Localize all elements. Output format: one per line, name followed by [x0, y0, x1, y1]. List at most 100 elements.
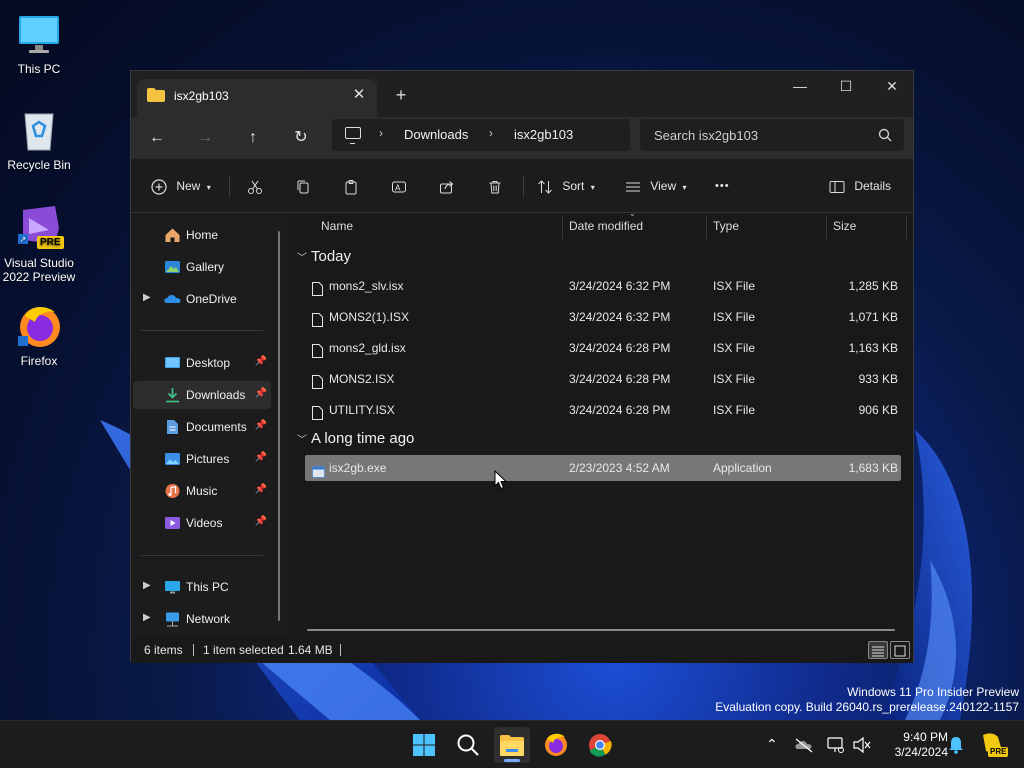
gallery-icon	[164, 259, 181, 275]
large-icons-view-button[interactable]	[890, 641, 910, 659]
taskbar-firefox[interactable]	[538, 727, 574, 763]
details-pane-button[interactable]: Details	[829, 174, 891, 198]
file-row[interactable]: MONS2.ISX 3/24/2024 6:28 PM ISX File 933…	[305, 366, 901, 392]
more-options-button[interactable]: •••	[715, 174, 730, 198]
desktop-icon	[164, 355, 181, 371]
taskbar-file-explorer[interactable]	[494, 727, 530, 763]
details-view-button[interactable]	[868, 641, 888, 659]
file-row[interactable]: mons2_slv.isx 3/24/2024 6:32 PM ISX File…	[305, 273, 901, 299]
tab-title: isx2gb103	[174, 89, 229, 103]
cut-button[interactable]	[247, 174, 263, 198]
group-header-a-long-time-ago[interactable]: ﹀ A long time ago	[297, 428, 414, 450]
sidebar-item-onedrive[interactable]: ▶ OneDrive	[133, 285, 271, 313]
chevron-right-icon[interactable]: ▶	[143, 580, 151, 591]
onedrive-offline-icon[interactable]	[794, 721, 814, 768]
close-button[interactable]: ✕	[869, 71, 915, 101]
minimize-button[interactable]: —	[777, 71, 823, 101]
network-status-icon[interactable]	[826, 721, 846, 768]
file-name: MONS2.ISX	[329, 372, 395, 386]
videos-icon	[164, 515, 181, 531]
delete-button[interactable]	[487, 174, 503, 198]
sidebar-item-gallery[interactable]: Gallery	[133, 253, 271, 281]
file-size: 1,163 KB	[848, 341, 898, 355]
sort-icon	[538, 180, 552, 194]
pin-icon[interactable]: 📌	[255, 484, 267, 495]
sidebar-item-pictures[interactable]: Pictures 📌	[133, 445, 271, 473]
address-bar[interactable]: › Downloads › isx2gb103	[332, 119, 630, 151]
copilot-preview-icon[interactable]: PRE	[978, 721, 1009, 768]
file-size: 933 KB	[858, 372, 898, 386]
sidebar-item-downloads[interactable]: Downloads 📌	[133, 381, 271, 409]
paste-button[interactable]	[343, 174, 359, 198]
details-button-label: Details	[854, 179, 892, 193]
desktop-icon-firefox[interactable]: Firefox	[0, 302, 78, 368]
sidebar-item-documents[interactable]: Documents 📌	[133, 413, 271, 441]
status-divider	[340, 644, 341, 656]
notifications-button[interactable]	[946, 721, 966, 768]
share-button[interactable]	[439, 174, 455, 198]
column-header-name[interactable]: Name	[321, 213, 353, 239]
pin-icon[interactable]: 📌	[255, 420, 267, 431]
breadcrumb-downloads[interactable]: Downloads	[404, 127, 468, 142]
volume-muted-icon[interactable]	[852, 721, 872, 768]
search-input[interactable]	[654, 126, 864, 144]
chevron-right-icon[interactable]: ▶	[143, 612, 151, 623]
taskbar-chrome[interactable]	[582, 727, 618, 763]
new-button[interactable]: New ▾	[151, 174, 211, 198]
horizontal-scrollbar[interactable]	[307, 629, 895, 631]
pin-icon[interactable]: 📌	[255, 388, 267, 399]
column-divider[interactable]	[906, 215, 907, 239]
pin-icon[interactable]: 📌	[255, 516, 267, 527]
column-divider[interactable]	[706, 215, 707, 239]
column-divider[interactable]	[826, 215, 827, 239]
file-row[interactable]: MONS2(1).ISX 3/24/2024 6:32 PM ISX File …	[305, 304, 901, 330]
up-button[interactable]: ↑	[238, 124, 268, 152]
back-button[interactable]: ←	[142, 124, 172, 152]
desktop-icon-visual-studio[interactable]: ↗ PRE Visual Studio 2022 Preview	[0, 204, 78, 284]
sidebar-divider	[141, 330, 263, 331]
pin-icon[interactable]: 📌	[255, 356, 267, 367]
sidebar-item-network[interactable]: ▶ Network	[133, 605, 271, 633]
sidebar-item-label: Gallery	[186, 260, 225, 274]
maximize-button[interactable]: ☐	[823, 71, 869, 101]
onedrive-icon	[164, 291, 181, 307]
breadcrumb-isx2gb103[interactable]: isx2gb103	[514, 127, 573, 142]
refresh-button[interactable]: ↻	[286, 124, 316, 152]
file-icon	[312, 341, 323, 358]
file-row[interactable]: UTILITY.ISX 3/24/2024 6:28 PM ISX File 9…	[305, 397, 901, 423]
file-row-selected[interactable]: isx2gb.exe 2/23/2023 4:52 AM Application…	[305, 455, 901, 481]
pre-badge: PRE	[37, 236, 64, 249]
title-bar: isx2gb103 ✕ + — ☐ ✕	[131, 71, 913, 117]
selection-size: 1.64 MB	[288, 643, 333, 657]
file-type: ISX File	[713, 310, 756, 324]
tab-close-button[interactable]: ✕	[349, 85, 369, 105]
sidebar-item-videos[interactable]: Videos 📌	[133, 509, 271, 537]
sidebar-item-home[interactable]: Home	[133, 221, 271, 249]
search-box[interactable]	[640, 119, 904, 151]
group-label: Today	[311, 248, 352, 265]
copy-button[interactable]	[295, 174, 311, 198]
sidebar-item-this-pc[interactable]: ▶ This PC	[133, 573, 271, 601]
navigation-pane-scrollbar[interactable]	[278, 231, 280, 621]
column-header-size[interactable]: Size	[833, 213, 856, 239]
column-header-type[interactable]: Type	[713, 213, 739, 239]
taskbar-search-button[interactable]	[450, 727, 486, 763]
pin-icon[interactable]: 📌	[255, 452, 267, 463]
desktop-icon-recycle-bin[interactable]: Recycle Bin	[0, 106, 78, 172]
evaluation-watermark: Windows 11 Pro Insider Preview Evaluatio…	[715, 685, 1019, 715]
view-button[interactable]: View ▾	[625, 174, 687, 198]
sort-button[interactable]: Sort ▾	[537, 174, 595, 198]
new-tab-button[interactable]: +	[389, 83, 413, 107]
file-row[interactable]: mons2_gld.isx 3/24/2024 6:28 PM ISX File…	[305, 335, 901, 361]
system-clock[interactable]: 9:40 PM 3/24/2024	[878, 730, 948, 760]
start-button[interactable]	[406, 727, 442, 763]
sidebar-item-desktop[interactable]: Desktop 📌	[133, 349, 271, 377]
rename-button[interactable]: A	[391, 174, 407, 198]
chevron-right-icon[interactable]: ▶	[143, 292, 151, 303]
forward-button[interactable]: →	[190, 124, 220, 152]
desktop-icon-this-pc[interactable]: This PC	[0, 10, 78, 76]
group-header-today[interactable]: ﹀ Today	[297, 246, 351, 268]
sidebar-item-music[interactable]: Music 📌	[133, 477, 271, 505]
tab-isx2gb103[interactable]: isx2gb103 ✕	[137, 79, 377, 117]
column-divider[interactable]	[562, 215, 563, 239]
